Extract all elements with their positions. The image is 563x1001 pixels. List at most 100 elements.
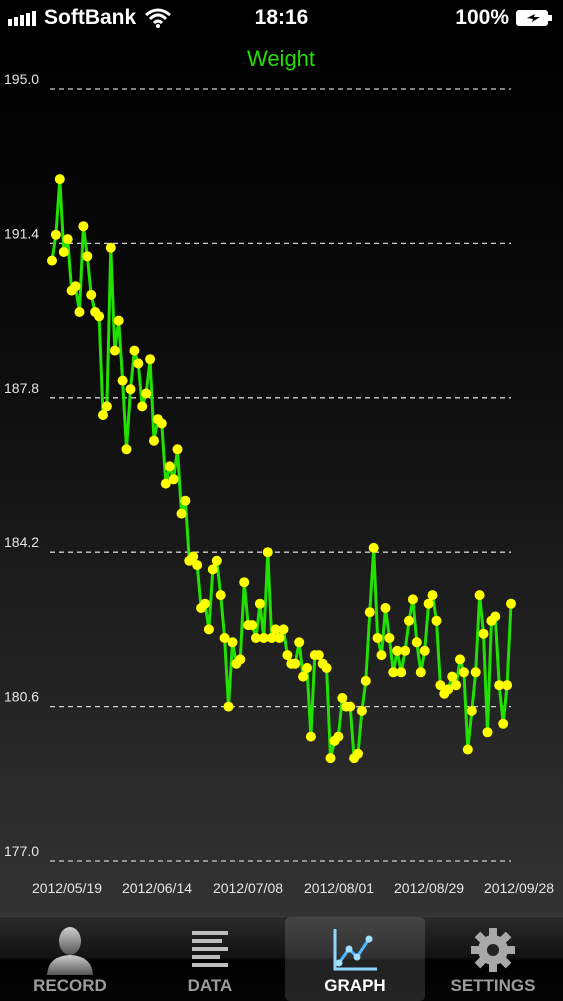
data-point — [470, 667, 481, 678]
data-point — [235, 654, 246, 665]
data-point — [105, 242, 116, 253]
x-tick-label: 2012/06/14 — [122, 880, 192, 896]
data-point — [356, 705, 367, 716]
data-point — [125, 384, 136, 395]
data-point — [384, 633, 395, 643]
tab-settings[interactable]: SETTINGS — [423, 917, 563, 1001]
tab-data[interactable]: DATA — [140, 917, 280, 1001]
data-point — [380, 603, 391, 613]
data-point — [423, 598, 434, 609]
y-tick-label: 195.0 — [4, 71, 39, 87]
data-point — [94, 311, 105, 322]
data-point — [223, 701, 234, 712]
series-line — [50, 177, 513, 760]
weight-graph[interactable]: Weight 195.0 191.4 187.8 184.2 180.6 177.0 2012… — [0, 36, 563, 916]
status-bar: SoftBank 18:16 100% — [0, 0, 563, 36]
data-point — [62, 234, 73, 245]
data-point — [211, 555, 222, 566]
tab-bar: RECORD DATA GRAPH SETTINGS — [0, 916, 563, 1001]
data-point — [74, 307, 85, 317]
data-point — [478, 628, 489, 639]
data-point — [458, 667, 469, 678]
x-tick-label: 2012/09/28 — [484, 880, 554, 896]
data-point — [498, 718, 509, 729]
data-point — [294, 637, 305, 648]
data-point — [141, 388, 152, 399]
data-point — [502, 680, 513, 691]
tab-graph[interactable]: GRAPH — [285, 917, 425, 1001]
data-point — [200, 598, 210, 609]
data-point — [239, 577, 250, 588]
data-point — [447, 671, 458, 682]
data-point — [419, 645, 430, 656]
data-point — [70, 281, 81, 292]
y-tick-label: 177.0 — [4, 843, 39, 859]
data-point — [451, 680, 462, 691]
x-tick-label: 2012/08/29 — [394, 880, 464, 896]
y-tick-label: 180.6 — [4, 689, 39, 705]
data-point — [86, 289, 97, 300]
data-point — [129, 345, 140, 356]
data-point — [247, 620, 258, 631]
data-point — [109, 345, 120, 356]
data-point — [353, 748, 363, 759]
person-icon — [47, 927, 93, 975]
data-point — [274, 633, 285, 643]
data-point — [50, 229, 61, 240]
data-point — [172, 444, 183, 455]
data-point — [149, 435, 159, 446]
data-point — [400, 645, 411, 656]
data-point — [156, 418, 167, 429]
tab-record[interactable]: RECORD — [0, 917, 140, 1001]
data-point — [164, 461, 175, 472]
data-point — [506, 598, 516, 609]
battery-percentage: 100% — [455, 6, 509, 29]
data-point — [282, 650, 293, 661]
data-point — [203, 624, 214, 635]
data-point — [145, 354, 156, 365]
data-point — [313, 650, 324, 661]
data-point — [404, 615, 414, 626]
data-point — [372, 633, 383, 643]
data-point — [415, 667, 426, 678]
data-point — [227, 637, 238, 648]
data-point — [133, 358, 144, 369]
data-point — [254, 598, 265, 609]
data-point — [168, 474, 179, 485]
y-tick-label: 184.2 — [4, 534, 39, 550]
data-point — [180, 495, 191, 506]
data-point — [262, 547, 273, 558]
data-point — [407, 594, 418, 605]
data-point — [215, 590, 226, 601]
data-point — [82, 251, 93, 262]
data-point — [137, 401, 148, 412]
data-point — [290, 658, 301, 669]
data-point — [188, 551, 199, 562]
data-point — [207, 564, 218, 575]
y-tick-label: 191.4 — [4, 225, 39, 241]
data-point — [462, 744, 473, 755]
data-point — [427, 590, 438, 601]
data-point — [337, 693, 348, 703]
gear-icon — [471, 928, 515, 972]
y-tick-label: 187.8 — [4, 380, 39, 396]
data-point — [466, 705, 477, 716]
data-point — [302, 663, 312, 673]
chart-title: Weight — [247, 46, 315, 71]
data-point — [360, 675, 371, 686]
data-point — [490, 611, 501, 622]
data-point — [192, 560, 203, 571]
data-point — [121, 444, 132, 455]
data-point — [47, 255, 57, 266]
x-tick-label: 2012/08/01 — [304, 880, 374, 896]
x-tick-label: 2012/05/19 — [32, 880, 102, 896]
data-point — [411, 637, 422, 648]
data-point — [482, 727, 493, 738]
data-point — [101, 401, 112, 412]
data-point — [431, 615, 442, 626]
data-point — [474, 590, 485, 601]
data-point — [298, 671, 309, 682]
data-point — [278, 624, 289, 635]
graph-icon — [333, 929, 377, 971]
data-point — [58, 247, 69, 257]
